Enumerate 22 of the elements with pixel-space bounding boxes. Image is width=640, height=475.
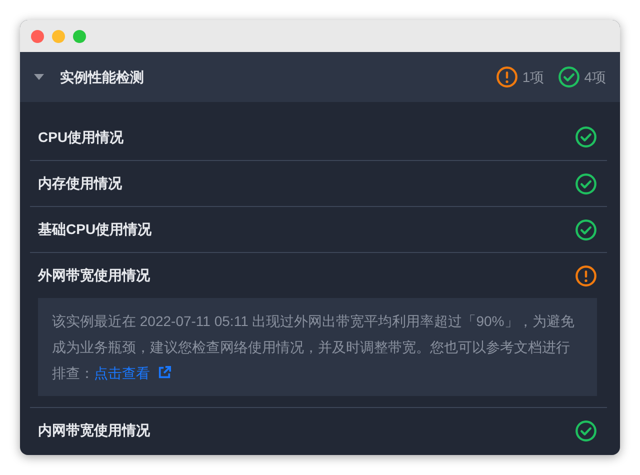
warning-icon xyxy=(496,66,518,88)
warning-icon xyxy=(575,264,597,286)
count-label: 4项 xyxy=(584,68,606,86)
section-title: 实例性能检测 xyxy=(60,68,144,86)
close-button[interactable] xyxy=(31,30,44,42)
check-item-label: CPU使用情况 xyxy=(38,128,124,146)
check-item-label: 外网带宽使用情况 xyxy=(38,266,150,285)
section-header[interactable]: 实例性能检测 1项 4项 xyxy=(20,52,620,102)
minimize-button[interactable] xyxy=(52,30,65,42)
check-icon xyxy=(575,126,597,148)
count-label: 1项 xyxy=(522,68,544,86)
check-icon xyxy=(558,66,580,88)
detail-message: 该实例最近在 2022-07-11 05:11 出现过外网出带宽平均利用率超过「90%」，为避免成为业务瓶颈，建议您检查网络使用情况，并及时调整带宽。您也可以参考文档进行排查：点击查看 xyxy=(38,298,597,396)
check-item-label: 基础CPU使用情况 xyxy=(38,220,152,239)
check-icon xyxy=(575,218,597,240)
check-icon xyxy=(575,172,597,194)
check-item-label: 内网带宽使用情况 xyxy=(38,421,150,440)
caret-icon[interactable] xyxy=(34,74,44,80)
check-icon xyxy=(575,420,597,442)
check-item-label: 内存使用情况 xyxy=(38,174,122,193)
zoom-button[interactable] xyxy=(73,30,86,42)
external-link-icon[interactable] xyxy=(158,366,171,379)
